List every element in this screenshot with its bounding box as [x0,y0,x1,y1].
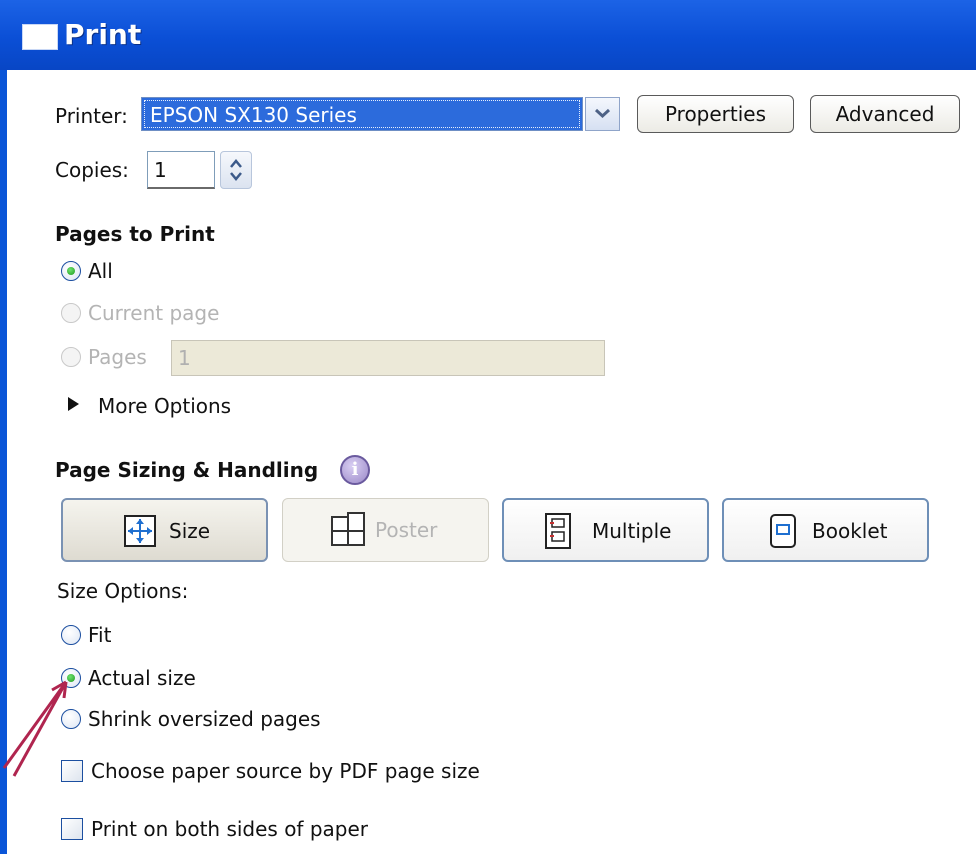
pages-to-print-heading: Pages to Print [55,222,215,246]
properties-button[interactable]: Properties [637,95,794,133]
radio-pages-label: Pages [88,345,147,369]
printer-select[interactable]: EPSON SX130 Series [141,97,583,131]
window-title: Print [64,18,142,51]
booklet-mode-label: Booklet [812,519,888,543]
booklet-mode-button[interactable]: Booklet [722,498,929,562]
size-mode-button[interactable]: Size [61,498,268,562]
title-bar[interactable]: Print [0,0,976,70]
info-icon[interactable]: i [340,455,370,485]
advanced-button[interactable]: Advanced [810,95,960,133]
printer-dropdown-button[interactable] [585,97,620,131]
copies-input[interactable]: 1 [147,151,215,189]
radio-all-label: All [88,259,113,283]
multiple-icon [545,513,571,549]
expand-triangle-icon[interactable] [68,397,79,411]
size-mode-label: Size [169,519,211,543]
both-sides-checkbox[interactable] [61,818,83,840]
window-icon [22,24,58,50]
radio-current-page-label: Current page [88,301,220,325]
radio-shrink-oversized-label: Shrink oversized pages [88,707,321,731]
size-options-label: Size Options: [57,579,189,603]
paper-source-label: Choose paper source by PDF page size [91,759,480,783]
copies-spinner[interactable] [220,151,252,189]
radio-pages[interactable] [61,347,81,367]
spin-down-icon [230,172,242,181]
poster-icon [331,512,365,546]
radio-fit[interactable] [61,625,81,645]
annotation-arrow [2,680,68,777]
poster-mode-button[interactable]: Poster [282,498,489,562]
both-sides-label: Print on both sides of paper [91,817,369,841]
printer-label: Printer: [55,104,128,128]
radio-current-page[interactable] [61,303,81,323]
multiple-mode-button[interactable]: Multiple [502,498,709,562]
page-sizing-heading: Page Sizing & Handling [55,458,319,482]
spin-up-icon [230,159,242,168]
poster-mode-label: Poster [375,518,438,542]
copies-label: Copies: [55,158,129,182]
pages-range-input[interactable]: 1 [171,340,605,376]
radio-actual-size-label: Actual size [88,666,196,690]
more-options-link[interactable]: More Options [98,394,231,418]
radio-all[interactable] [61,261,81,281]
multiple-mode-label: Multiple [592,519,672,543]
booklet-icon [770,514,796,548]
size-icon [124,515,156,547]
chevron-down-icon [594,108,611,119]
radio-fit-label: Fit [88,623,112,647]
